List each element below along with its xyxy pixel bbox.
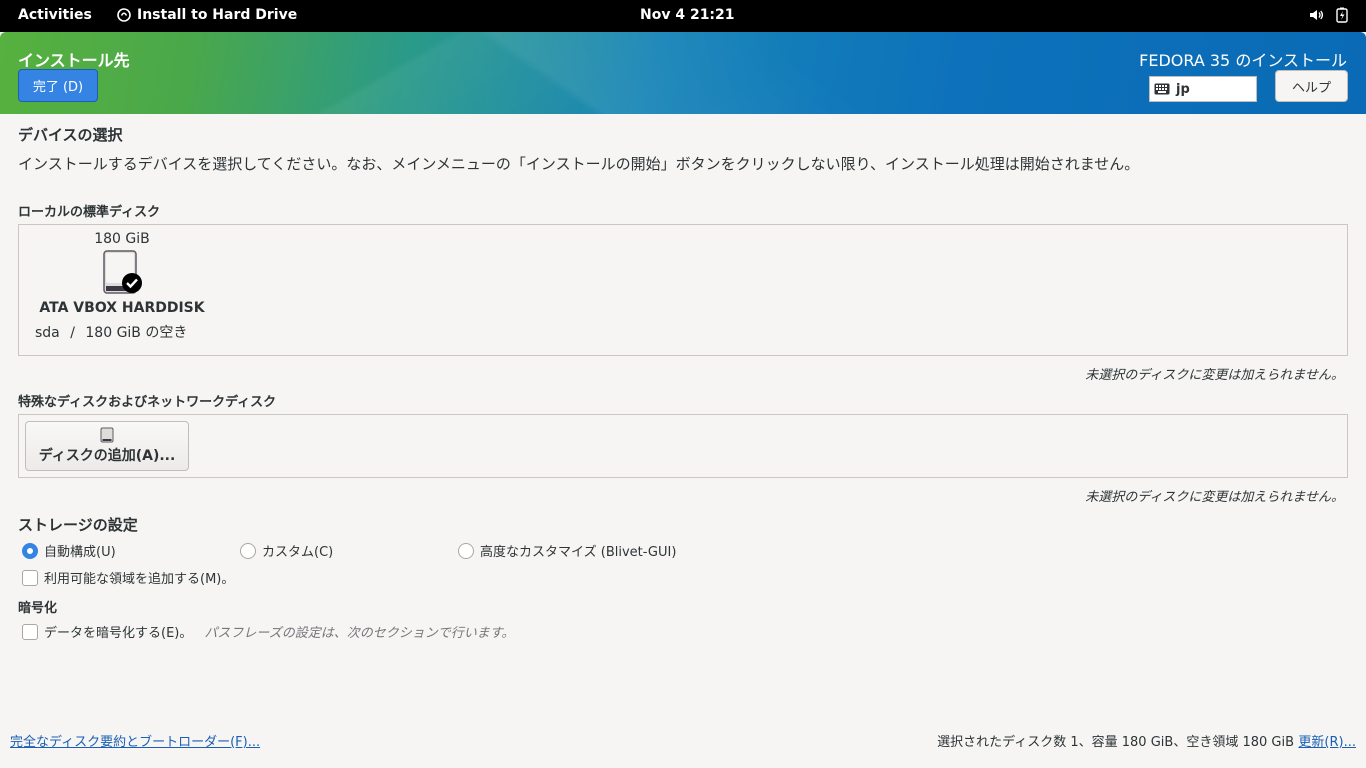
disk-separator: /	[70, 325, 75, 341]
local-disks-note: 未選択のディスクに変更は加えられません。	[1085, 368, 1344, 383]
disk-name: sda	[35, 325, 60, 341]
disk-model: ATA VBOX HARDDISK	[39, 300, 205, 316]
volume-icon	[1310, 10, 1324, 20]
local-disks-heading: ローカルの標準ディスク	[18, 205, 161, 220]
radio-indicator	[240, 542, 256, 559]
local-disks-panel: 180 GiB ATA VBOX HARDDISK sda / 180 GiB …	[18, 224, 1348, 356]
keyboard-layout-label: jp	[1176, 81, 1190, 97]
radio-advanced-custom[interactable]: 高度なカスタマイズ (Blivet-GUI)	[458, 541, 676, 560]
radio-indicator	[22, 542, 38, 559]
product-title: FEDORA 35 のインストール	[1139, 51, 1347, 70]
app-menu[interactable]: Install to Hard Drive	[117, 7, 297, 23]
keyboard-layout-indicator[interactable]: jp	[1149, 76, 1257, 102]
help-button[interactable]: ヘルプ	[1275, 70, 1348, 102]
storage-config-heading: ストレージの設定	[18, 516, 138, 534]
done-button[interactable]: 完了 (D)	[18, 69, 98, 102]
radio-label: 高度なカスタマイズ (Blivet-GUI)	[480, 545, 677, 560]
disk-sda[interactable]: 180 GiB ATA VBOX HARDDISK sda / 180 GiB …	[31, 231, 213, 342]
radio-automatic[interactable]: 自動構成(U)	[22, 541, 116, 560]
device-selection-description: インストールするデバイスを選択してください。なお、メインメニューの「インストール…	[18, 155, 1140, 173]
radio-label: 自動構成(U)	[44, 545, 116, 560]
gnome-top-bar: Activities Install to Hard Drive Nov 4 2…	[0, 0, 1366, 32]
device-selection-heading: デバイスの選択	[18, 126, 123, 144]
keyboard-icon	[1154, 83, 1170, 95]
disk-size: 180 GiB	[94, 231, 150, 247]
app-name: Install to Hard Drive	[137, 7, 298, 23]
add-disk-icon	[100, 427, 114, 443]
clock[interactable]: Nov 4 21:21	[640, 7, 735, 23]
harddisk-selected-icon	[102, 250, 142, 296]
special-disks-heading: 特殊なディスクおよびネットワークディスク	[18, 395, 277, 410]
radio-indicator	[458, 542, 474, 559]
refresh-link[interactable]: 更新(R)...	[1298, 731, 1356, 750]
installer-icon	[117, 8, 131, 22]
radio-label: カスタム(C)	[262, 545, 334, 560]
checkbox-label: 利用可能な領域を追加する(M)。	[44, 572, 235, 587]
checkbox-indicator	[22, 623, 38, 640]
spoke-title: インストール先	[18, 51, 130, 70]
system-menu[interactable]	[1308, 7, 1348, 23]
disk-free-space: 180 GiB の空き	[85, 325, 188, 341]
encryption-hint: パスフレーズの設定は、次のセクションで行います。	[204, 626, 515, 641]
full-disk-summary-link[interactable]: 完全なディスク要約とブートローダー(F)...	[10, 731, 260, 750]
encrypt-checkbox[interactable]: データを暗号化する(E)。 パスフレーズの設定は、次のセクションで行います。	[22, 622, 514, 641]
add-disk-button[interactable]: ディスクの追加(A)...	[25, 421, 189, 471]
add-disk-label: ディスクの追加(A)...	[38, 448, 176, 464]
special-disks-panel: ディスクの追加(A)...	[18, 414, 1348, 478]
reclaim-space-checkbox[interactable]: 利用可能な領域を追加する(M)。	[22, 568, 234, 587]
battery-icon	[1336, 7, 1348, 23]
radio-custom[interactable]: カスタム(C)	[240, 541, 333, 560]
checkbox-label: データを暗号化する(E)。	[44, 626, 193, 641]
special-disks-note: 未選択のディスクに変更は加えられません。	[1085, 490, 1344, 505]
activities-button[interactable]: Activities	[18, 7, 92, 23]
checkbox-indicator	[22, 569, 38, 586]
disk-details: sda / 180 GiB の空き	[31, 322, 213, 342]
disk-summary-text: 選択されたディスク数 1、容量 180 GiB、空き領域 180 GiB	[937, 735, 1294, 750]
spoke-header: インストール先 完了 (D) FEDORA 35 のインストール jp ヘルプ	[0, 32, 1366, 114]
encryption-heading: 暗号化	[18, 601, 58, 616]
